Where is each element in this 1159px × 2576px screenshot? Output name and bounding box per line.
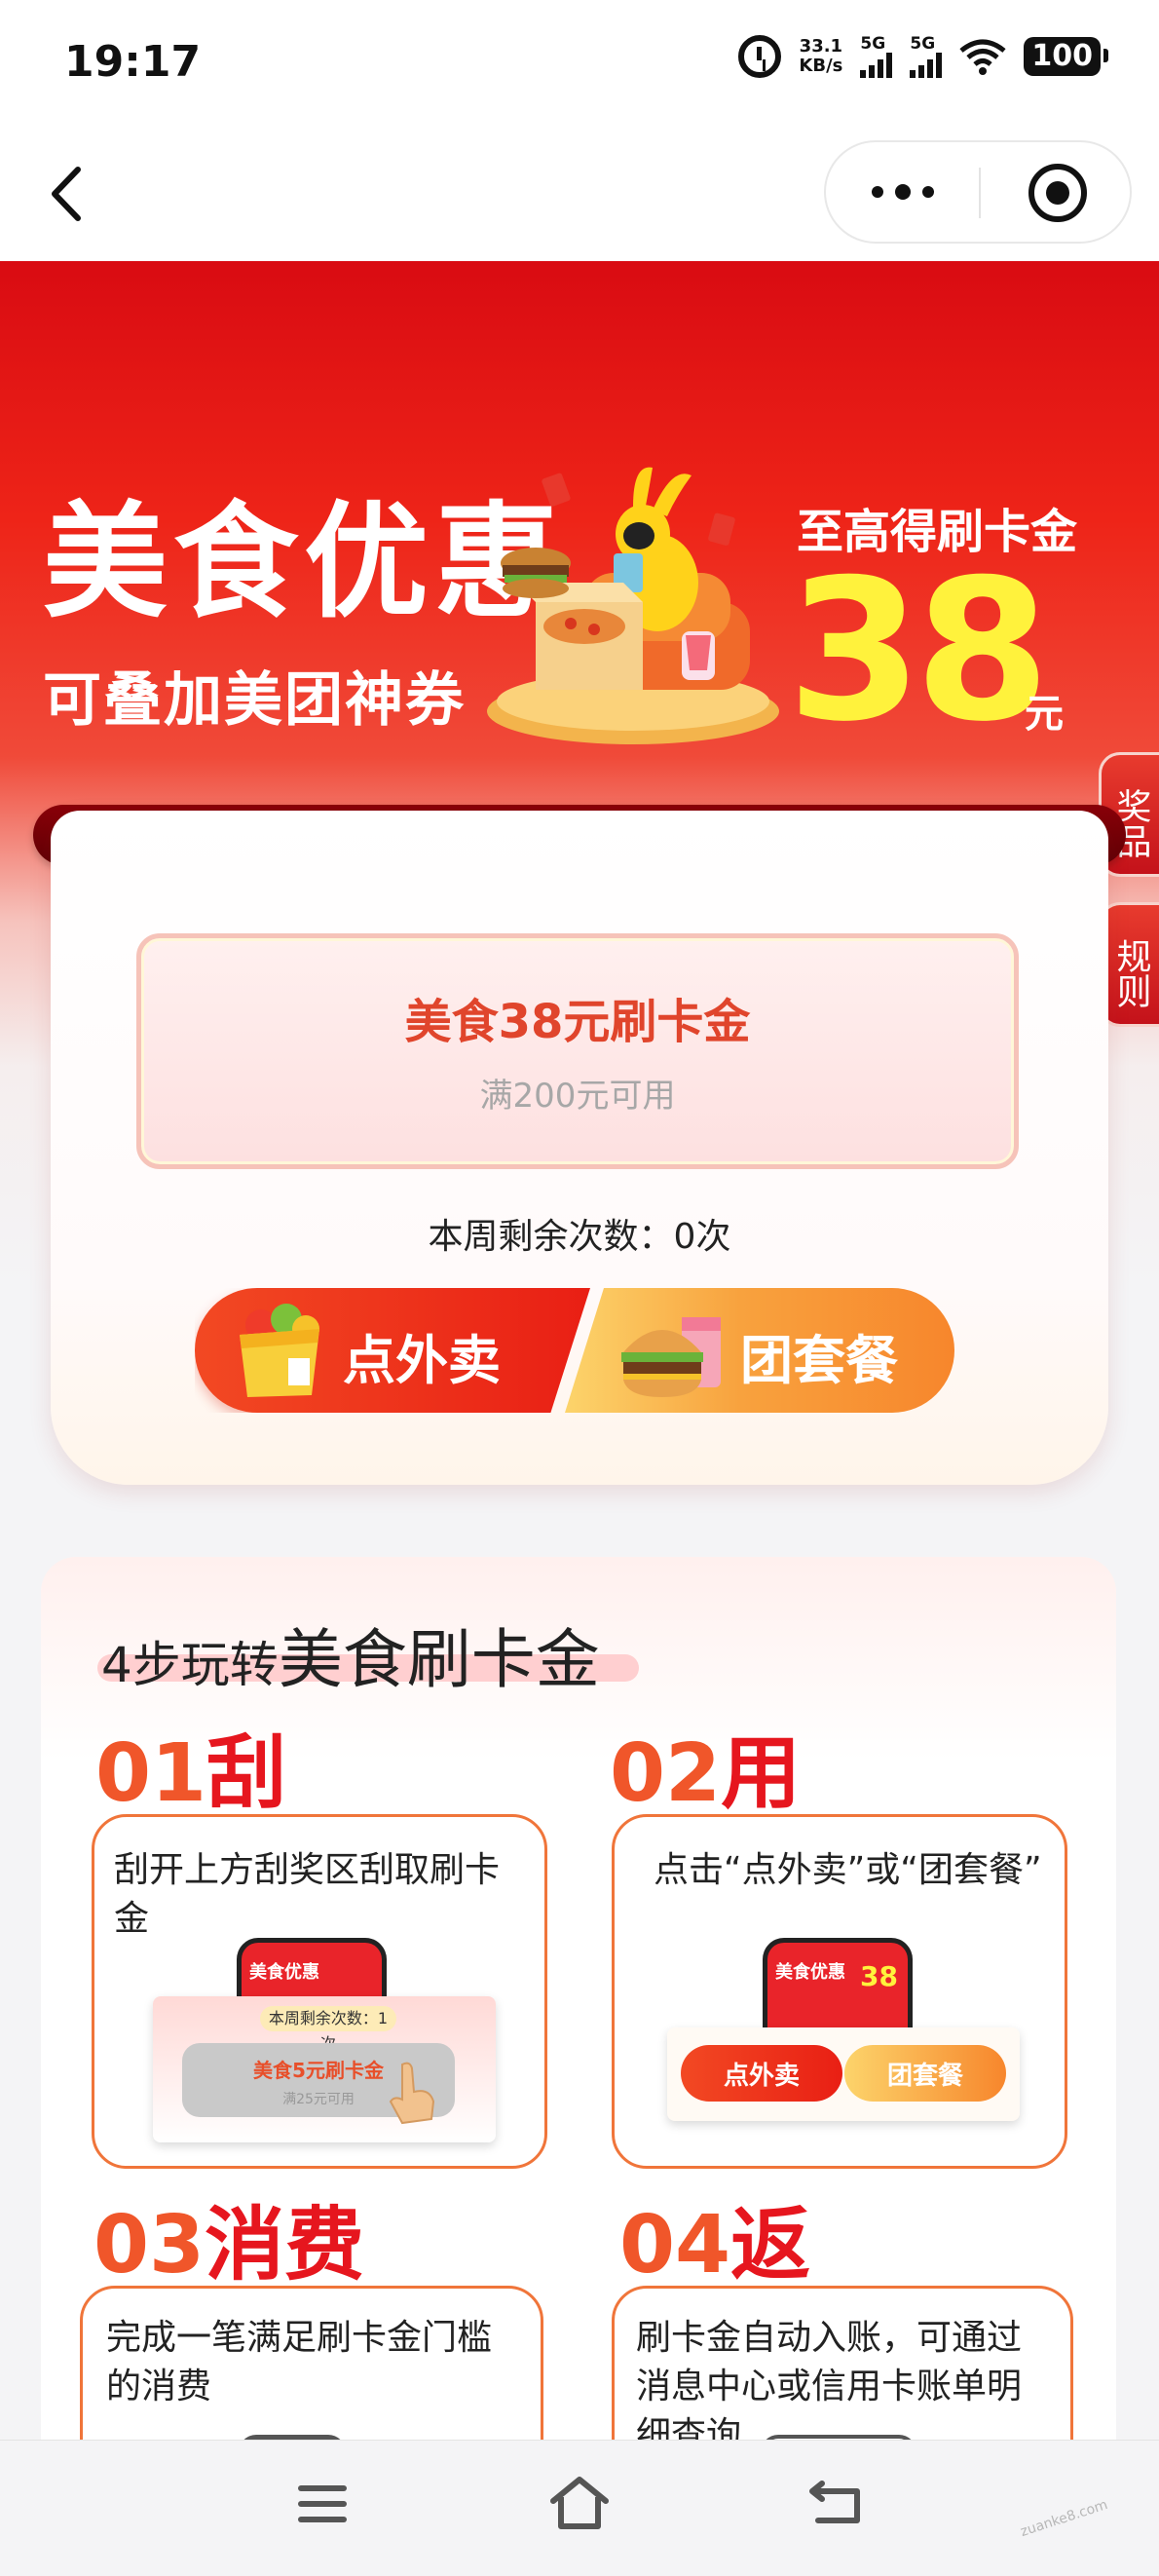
menu-icon[interactable] (296, 2483, 349, 2524)
action-buttons: 点外卖 团套餐 (195, 1288, 954, 1413)
signal-icon-1: 5G (860, 35, 893, 78)
order-takeout-button[interactable]: 点外卖 (195, 1288, 590, 1413)
prize-unit: 元 (1025, 692, 1064, 737)
coupon-condition: 满200元可用 (479, 1077, 676, 1116)
more-options-button[interactable] (826, 142, 980, 242)
step-2-heading: 02用 (610, 1727, 802, 1820)
mini-phone-preview: 美食优惠 38 (763, 1938, 913, 2035)
capsule-menu (824, 140, 1132, 244)
prize-amount: 38 (787, 538, 1050, 765)
takeout-label: 点外卖 (343, 1330, 501, 1391)
mini-program-nav-bar (0, 127, 1159, 261)
status-icons: 33.1 KB/s 5G 5G 100 (738, 35, 1108, 78)
wifi-icon (959, 39, 1006, 75)
step-1-heading: 01刮 (95, 1727, 287, 1820)
how-to-steps-section: 4步玩转美食刷卡金 01刮 刮开上方刮奖区刮取刷卡金 美食优惠 本周剩余次数：1… (41, 1557, 1116, 2576)
mini-buttons-preview: 点外卖 团套餐 (667, 2027, 1020, 2121)
group-meal-label: 团套餐 (740, 1330, 898, 1391)
system-navigation-bar: zuanke8.com (0, 2440, 1159, 2576)
hero-subtitle: 可叠加美团神券 (43, 666, 466, 735)
capsule-divider (979, 168, 981, 218)
steps-title: 4步玩转美食刷卡金 (101, 1622, 600, 1697)
coupon-card: 美食38元刷卡金 满200元可用 (136, 933, 1019, 1169)
step-3-heading: 03消费 (93, 2199, 365, 2292)
back-arrow-icon[interactable] (39, 162, 97, 226)
status-bar: 19:17 33.1 KB/s 5G 5G 100 (0, 0, 1159, 127)
coupon-title: 美食38元刷卡金 (404, 995, 751, 1049)
mini-scratch-card: 本周剩余次数：1 次 美食5元刷卡金 满25元可用 (153, 1996, 496, 2142)
network-speed: 33.1 KB/s (799, 36, 843, 76)
watermark: zuanke8.com (1018, 2496, 1110, 2541)
signal-icon-2: 5G (910, 35, 943, 78)
remaining-count: 本周剩余次数：0次 (428, 1217, 731, 1257)
step-4-heading: 04返 (619, 2199, 811, 2292)
back-nav-icon[interactable] (808, 2478, 865, 2526)
battery-icon: 100 (1024, 37, 1108, 76)
group-meal-button[interactable]: 团套餐 (565, 1288, 954, 1413)
step-1-text: 刮开上方刮奖区刮取刷卡金 (114, 1850, 501, 1939)
burger-drink-icon (621, 1317, 721, 1397)
close-mini-program-button[interactable] (1028, 164, 1087, 222)
step-2-card: 点击“点外卖”或“团套餐” 美食优惠 38 点外卖 团套餐 (612, 1814, 1067, 2169)
step-1-card: 刮开上方刮奖区刮取刷卡金 美食优惠 本周剩余次数：1 次 美食5元刷卡金 满25… (92, 1814, 547, 2169)
alarm-icon (738, 35, 782, 78)
home-icon[interactable] (547, 2476, 612, 2530)
step-3-text: 完成一笔满足刷卡金门槛的消费 (106, 2318, 493, 2406)
pointing-hand-icon (389, 2062, 435, 2125)
grocery-bag-icon (240, 1304, 319, 1397)
status-time: 19:17 (64, 37, 202, 87)
step-2-text: 点击“点外卖”或“团套餐” (654, 1850, 1042, 1890)
mascot-sofa-illustration (487, 467, 779, 744)
